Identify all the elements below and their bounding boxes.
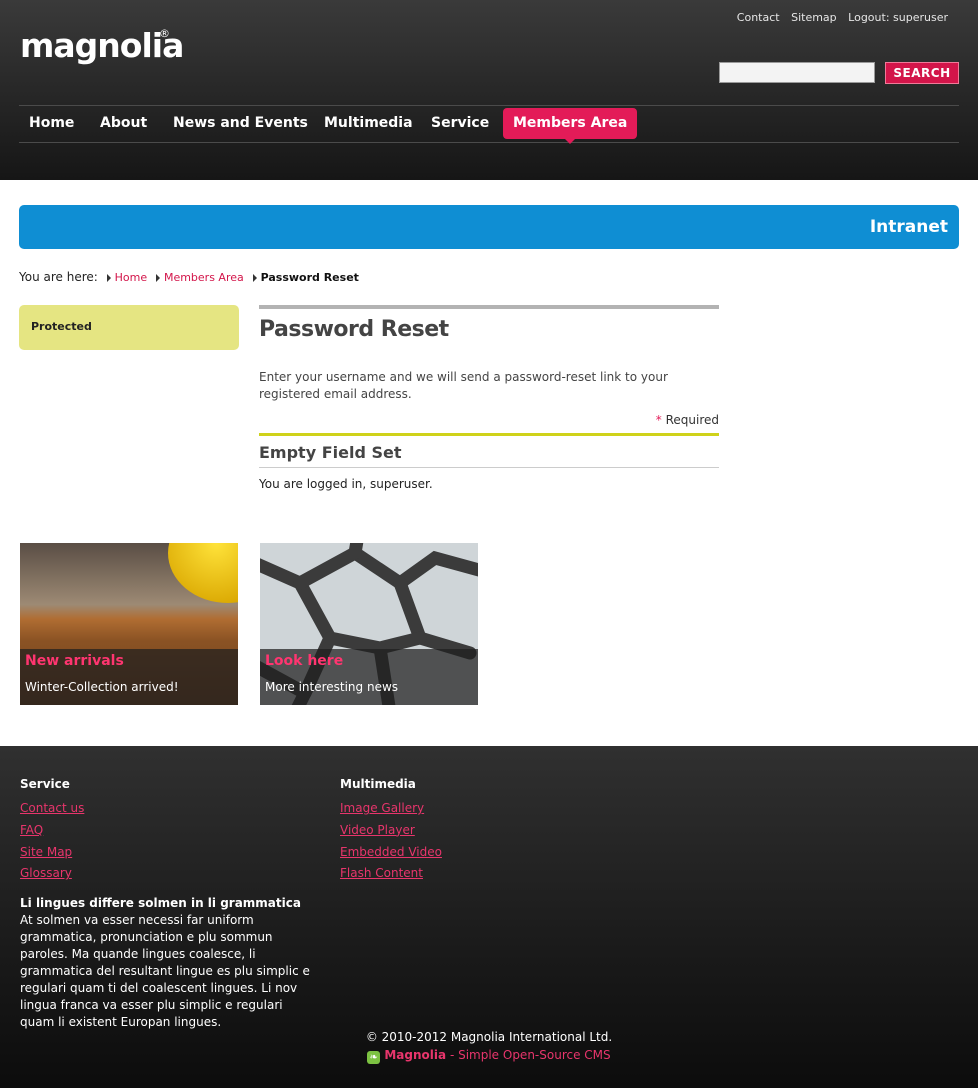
search-input[interactable] (719, 62, 875, 83)
footer-link-contact-us[interactable]: Contact us (20, 798, 84, 820)
required-star: * (655, 413, 662, 427)
fieldset-divider (259, 433, 719, 436)
footer-link-image-gallery[interactable]: Image Gallery (340, 798, 442, 820)
footer-service-column: Service Contact us FAQ Site Map Glossary (20, 777, 84, 885)
title-divider (259, 305, 719, 309)
nav-home[interactable]: Home (19, 108, 84, 139)
breadcrumb-prefix: You are here: (19, 270, 98, 284)
site-header: magnolia ® Contact Sitemap Logout: super… (0, 0, 978, 180)
logo-registered-mark: ® (159, 27, 170, 40)
logout-link[interactable]: Logout: superuser (848, 11, 948, 24)
nav-service[interactable]: Service (421, 108, 499, 139)
footer-service-title: Service (20, 777, 70, 791)
required-label: Required (665, 413, 719, 427)
teaser-text: Winter-Collection arrived! (25, 680, 179, 694)
teaser-new-arrivals[interactable]: New arrivals Winter-Collection arrived! (20, 543, 238, 705)
teaser-text: More interesting news (265, 680, 399, 694)
main-content: Password Reset Enter your username and w… (259, 305, 719, 491)
breadcrumb-current: Password Reset (260, 271, 359, 284)
breadcrumb-members-area[interactable]: Members Area (164, 271, 244, 284)
logged-in-text: You are logged in, superuser. (259, 477, 433, 491)
intro-text: Enter your username and we will send a p… (259, 370, 668, 401)
nav-members-area[interactable]: Members Area (503, 108, 638, 144)
breadcrumb: You are here: Home Members Area Password… (19, 270, 359, 284)
teaser-caption: Look here More interesting news (260, 649, 478, 705)
copyright: © 2010-2012 Magnolia International Ltd. (365, 1030, 613, 1044)
footer-about-text: At solmen va esser necessi far uniform g… (20, 913, 310, 1029)
footer-link-flash-content[interactable]: Flash Content (340, 863, 442, 885)
breadcrumb-arrow-icon (155, 273, 160, 282)
sitemap-link[interactable]: Sitemap (791, 11, 837, 24)
footer-link-glossary[interactable]: Glossary (20, 863, 84, 885)
fieldset-title: Empty Field Set (259, 443, 719, 468)
teaser-look-here[interactable]: Look here More interesting news (260, 543, 478, 705)
required-note: * Required (259, 413, 719, 427)
intranet-banner: Intranet (19, 205, 959, 249)
footer-about: Li lingues differe solmen in li grammati… (20, 895, 320, 1031)
page-title: Password Reset (259, 317, 449, 342)
footer-link-video-player[interactable]: Video Player (340, 820, 442, 842)
credit-tagline[interactable]: - Simple Open-Source CMS (450, 1048, 611, 1062)
credit-line: ❧ Magnolia - Simple Open-Source CMS (0, 1048, 978, 1064)
breadcrumb-arrow-icon (106, 273, 111, 282)
contact-link[interactable]: Contact (737, 11, 780, 24)
top-links: Contact Sitemap Logout: superuser (729, 11, 948, 24)
intranet-label: Intranet (869, 217, 948, 237)
footer-link-site-map[interactable]: Site Map (20, 842, 84, 864)
footer-multimedia-title: Multimedia (340, 777, 416, 791)
nav-news-and-events[interactable]: News and Events (163, 108, 318, 139)
teaser-image (168, 543, 238, 603)
main-navigation: Home About News and Events Multimedia Se… (19, 105, 959, 144)
protected-label: Protected (31, 320, 92, 333)
nav-multimedia[interactable]: Multimedia (314, 108, 423, 139)
breadcrumb-home[interactable]: Home (115, 271, 147, 284)
footer-about-title: Li lingues differe solmen in li grammati… (20, 896, 301, 910)
search-button[interactable]: SEARCH (885, 62, 959, 84)
teaser-title[interactable]: Look here (265, 653, 343, 669)
magnolia-logo[interactable]: magnolia ® (20, 26, 184, 70)
magnolia-credit-icon: ❧ (367, 1051, 381, 1064)
nav-about[interactable]: About (90, 108, 157, 139)
teaser-caption: New arrivals Winter-Collection arrived! (20, 649, 238, 705)
breadcrumb-arrow-icon (252, 273, 257, 282)
footer-link-embedded-video[interactable]: Embedded Video (340, 842, 442, 864)
footer-link-faq[interactable]: FAQ (20, 820, 84, 842)
teaser-title[interactable]: New arrivals (25, 653, 124, 669)
footer-multimedia-column: Multimedia Image Gallery Video Player Em… (340, 777, 442, 885)
protected-box: Protected (19, 305, 239, 350)
credit-brand-link[interactable]: Magnolia (384, 1048, 446, 1062)
site-footer: Service Contact us FAQ Site Map Glossary… (0, 746, 978, 1088)
